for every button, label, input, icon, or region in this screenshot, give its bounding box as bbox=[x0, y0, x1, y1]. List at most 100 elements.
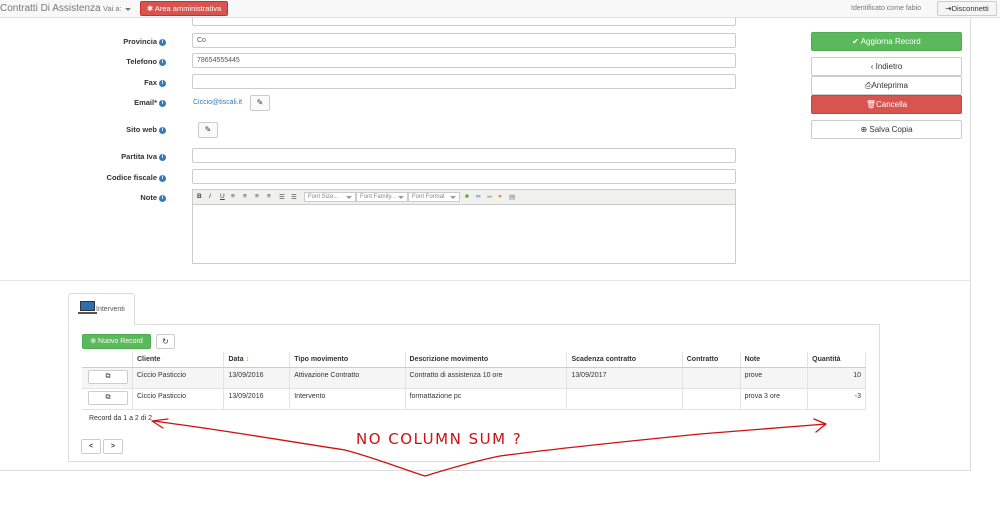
fax-input[interactable] bbox=[192, 74, 736, 89]
delete-label: Cancella bbox=[876, 100, 908, 109]
table-cell: prova 3 ore bbox=[740, 388, 809, 410]
edit-email-button[interactable]: ✎ bbox=[250, 95, 270, 111]
provincia-input[interactable]: Co bbox=[192, 33, 736, 48]
tab-interventi[interactable]: Interventi bbox=[68, 293, 135, 325]
provincia-label-text: Provincia bbox=[123, 37, 157, 46]
next-page-button[interactable]: > bbox=[103, 439, 123, 454]
telefono-label-text: Telefono bbox=[126, 57, 157, 66]
interventi-table: Cliente Data ↕ Tipo movimento Descrizion… bbox=[82, 352, 866, 410]
info-icon[interactable]: i bbox=[159, 99, 166, 107]
numbered-list-icon[interactable]: ☰ bbox=[291, 193, 297, 201]
align-center-icon[interactable]: ≡ bbox=[255, 193, 259, 200]
info-icon[interactable]: i bbox=[159, 58, 166, 66]
link-icon[interactable]: ∞ bbox=[476, 193, 481, 200]
plus-circle-icon: ⊕ bbox=[90, 338, 97, 345]
align-right-icon[interactable]: ≡ bbox=[267, 193, 271, 200]
font-size-select[interactable]: Font Size... bbox=[304, 192, 356, 202]
new-record-label: Nuovo Record bbox=[98, 338, 143, 345]
chevron-left-icon: ‹ bbox=[870, 62, 874, 71]
section-divider bbox=[0, 280, 970, 281]
unlink-icon[interactable]: ✂ bbox=[487, 193, 492, 201]
fax-label-text: Fax bbox=[144, 78, 157, 87]
bold-button[interactable]: B bbox=[197, 193, 202, 200]
chevron-down-icon bbox=[346, 196, 352, 199]
check-icon: ✔ bbox=[852, 37, 859, 46]
action-column-header bbox=[82, 352, 133, 368]
codice-fiscale-input[interactable] bbox=[192, 169, 736, 184]
column-header-data[interactable]: Data ↕ bbox=[223, 352, 291, 368]
top-navbar: Contratti Di Assistenza Vai a: ✱ Area am… bbox=[0, 0, 1000, 18]
info-icon[interactable]: i bbox=[159, 174, 166, 182]
delete-button[interactable]: 🗑Cancella bbox=[811, 95, 962, 114]
column-header[interactable]: Contratto bbox=[682, 352, 741, 368]
gear-icon: ✱ bbox=[146, 4, 154, 13]
info-icon[interactable]: i bbox=[159, 194, 166, 202]
table-cell bbox=[682, 367, 741, 389]
table-cell: 10 bbox=[807, 367, 866, 389]
partita-iva-label: Partita Iva i bbox=[46, 152, 166, 161]
table-cell: prove bbox=[740, 367, 809, 389]
chevron-down-icon bbox=[450, 196, 456, 199]
column-header[interactable]: Tipo movimento bbox=[289, 352, 406, 368]
info-icon[interactable]: i bbox=[159, 79, 166, 87]
new-record-button[interactable]: ⊕ Nuovo Record bbox=[82, 334, 151, 349]
table-cell: Ciccio Pasticcio bbox=[132, 388, 225, 410]
refresh-icon: ↻ bbox=[162, 337, 169, 346]
table-cell: 13/09/2017 bbox=[566, 367, 683, 389]
trash-icon: 🗑 bbox=[865, 100, 876, 109]
strikethrough-icon[interactable]: ≡ bbox=[231, 193, 235, 200]
partita-iva-input[interactable] bbox=[192, 148, 736, 163]
update-record-label: Aggiorna Record bbox=[860, 37, 921, 46]
column-header[interactable]: Cliente bbox=[132, 352, 225, 368]
external-link-icon: ⧉ bbox=[105, 393, 111, 401]
underline-button[interactable]: U bbox=[220, 193, 225, 200]
telefono-input[interactable]: 78654555445 bbox=[192, 53, 736, 68]
city-input[interactable] bbox=[192, 18, 736, 26]
emoticon-icon[interactable]: ● bbox=[498, 193, 502, 200]
info-icon[interactable]: i bbox=[159, 153, 166, 161]
open-record-button[interactable]: ⧉ bbox=[88, 390, 128, 405]
back-button[interactable]: ‹ Indietro bbox=[811, 57, 962, 76]
logout-button[interactable]: ⇥Disconnetti bbox=[937, 1, 997, 16]
open-record-button[interactable]: ⧉ bbox=[88, 369, 128, 384]
font-family-select[interactable]: Font Family... bbox=[356, 192, 408, 202]
telefono-label: Telefono i bbox=[46, 57, 166, 66]
column-header[interactable]: Descrizione movimento bbox=[405, 352, 568, 368]
column-header[interactable]: Quantità bbox=[807, 352, 866, 368]
save-copy-button[interactable]: ⊕ Salva Copia bbox=[811, 120, 962, 139]
email-label-text: Email* bbox=[134, 98, 157, 107]
bullet-list-icon[interactable]: ☰ bbox=[279, 193, 285, 201]
preview-button[interactable]: ⎙Anteprima bbox=[811, 76, 962, 95]
italic-button[interactable]: I bbox=[209, 193, 211, 200]
record-count-text: Record da 1 a 2 di 2 bbox=[89, 415, 153, 422]
prev-page-button[interactable]: < bbox=[81, 439, 101, 454]
edit-website-button[interactable]: ✎ bbox=[198, 122, 218, 138]
refresh-button[interactable]: ↻ bbox=[156, 334, 175, 349]
table-cell bbox=[682, 388, 741, 410]
table-cell: 13/09/2016 bbox=[223, 367, 291, 389]
app-brand[interactable]: Contratti Di Assistenza bbox=[0, 3, 101, 14]
column-header[interactable]: Scadenza contratto bbox=[566, 352, 683, 368]
update-record-button[interactable]: ✔ Aggiorna Record bbox=[811, 32, 962, 51]
external-link-icon: ⧉ bbox=[105, 372, 111, 380]
align-left-icon[interactable]: ≡ bbox=[243, 193, 247, 200]
font-size-value: Font Size... bbox=[308, 194, 339, 200]
admin-area-button[interactable]: ✱ Area amministrativa bbox=[140, 1, 228, 16]
logged-user-text: Identificato come fabio bbox=[851, 5, 922, 12]
email-link[interactable]: Ciccio@tiscali.it bbox=[193, 99, 242, 106]
sito-web-label-text: Sito web bbox=[126, 125, 157, 134]
table-row: ⧉ Ciccio Pasticcio 13/09/2016 Intervento… bbox=[82, 388, 866, 410]
logout-label: Disconnetti bbox=[951, 4, 989, 13]
font-format-value: Font Format bbox=[412, 194, 445, 200]
info-icon[interactable]: i bbox=[159, 38, 166, 46]
font-format-select[interactable]: Font Format bbox=[408, 192, 460, 202]
column-header[interactable]: Note bbox=[740, 352, 809, 368]
save-copy-label: Salva Copia bbox=[869, 125, 913, 134]
insert-image-icon[interactable]: ■ bbox=[465, 193, 469, 200]
html-source-icon[interactable]: ▤ bbox=[509, 193, 515, 201]
info-icon[interactable]: i bbox=[159, 126, 166, 134]
plus-circle-icon: ⊕ bbox=[860, 125, 868, 134]
goto-dropdown[interactable]: Vai a: bbox=[103, 4, 131, 13]
table-cell: 13/09/2016 bbox=[223, 388, 291, 410]
pencil-icon: ✎ bbox=[204, 125, 212, 134]
